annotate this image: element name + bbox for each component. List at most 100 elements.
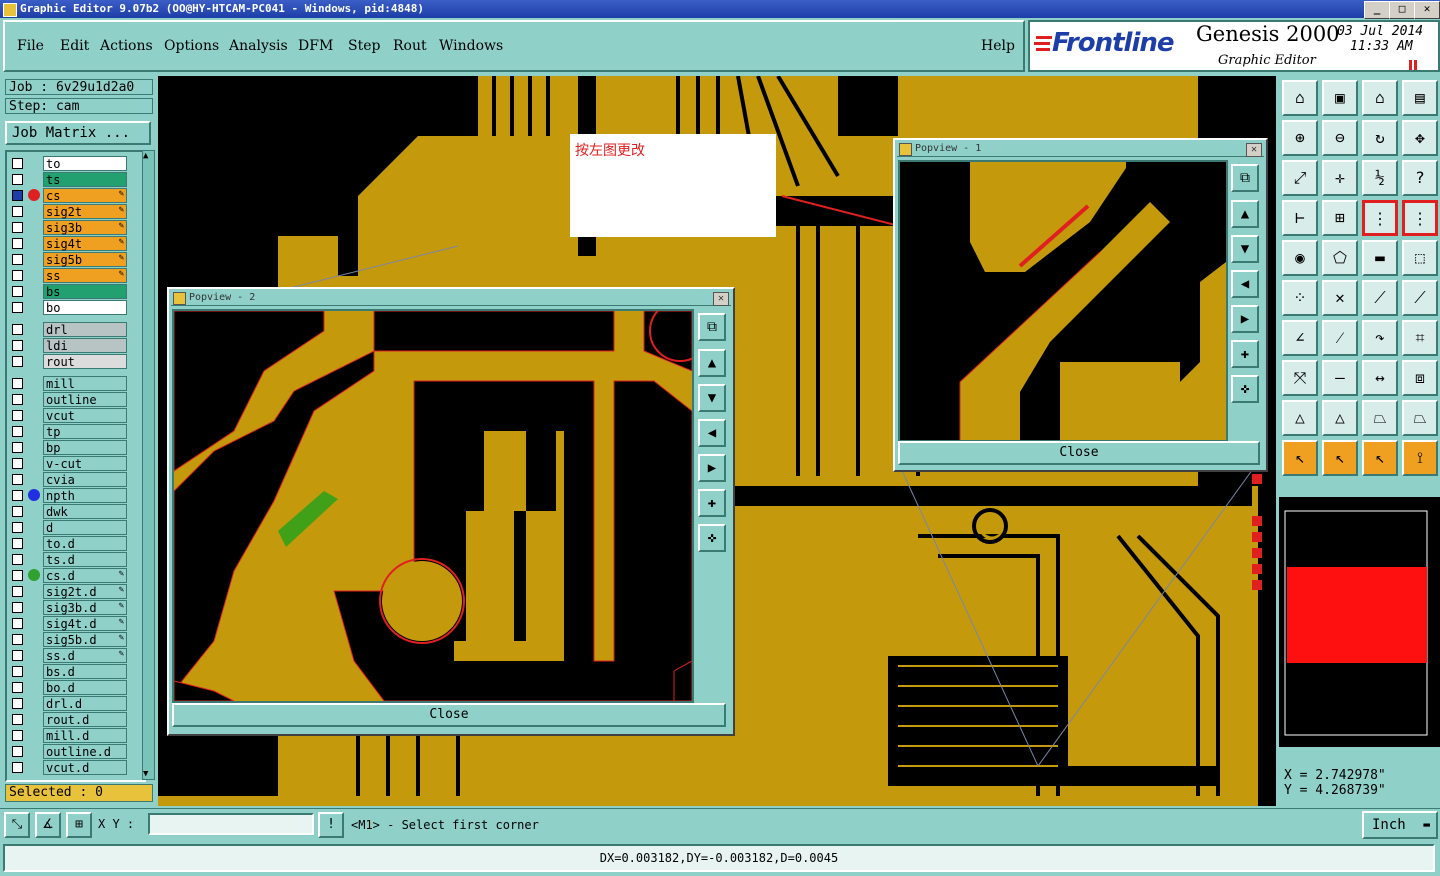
popview-2-window[interactable]: Popview - 2 ✕ ⧉ ▲ ▼ ◀ ▶ ✚ ✜ Close: [167, 287, 735, 736]
minimize-button[interactable]: _: [1364, 1, 1390, 19]
layer-checkbox[interactable]: [12, 522, 23, 533]
layer-name[interactable]: sig5b: [43, 252, 127, 267]
popview-1-canvas[interactable]: [898, 160, 1228, 442]
popview-1-tool-pan-right-icon[interactable]: ▶: [1231, 305, 1259, 333]
layer-checkbox[interactable]: [12, 426, 23, 437]
layer-row-to-d[interactable]: to.d: [9, 536, 127, 551]
popview-1-tool-pan-up-icon[interactable]: ▲: [1231, 200, 1259, 228]
layer-name[interactable]: cs: [43, 188, 127, 203]
layer-checkbox[interactable]: [12, 340, 23, 351]
popview-2-tool-pan-down-icon[interactable]: ▼: [698, 384, 726, 412]
layer-row-ts-d[interactable]: ts.d: [9, 552, 127, 567]
tool-trapezoid-2-icon[interactable]: ⏢: [1402, 400, 1438, 436]
layer-row-ss[interactable]: ss ✎: [9, 268, 127, 283]
layer-list-scrollbar[interactable]: ▲ ▼: [142, 150, 155, 780]
layer-checkbox[interactable]: [12, 538, 23, 549]
layer-row-sig3b[interactable]: sig3b ✎: [9, 220, 127, 235]
layer-row-outline[interactable]: outline: [9, 392, 127, 407]
layer-row-outline-d[interactable]: outline.d: [9, 744, 127, 759]
overview-map[interactable]: [1279, 497, 1440, 747]
layer-checkbox[interactable]: [12, 746, 23, 757]
layer-row-sig2t-d[interactable]: sig2t.d ✎: [9, 584, 127, 599]
layer-checkbox[interactable]: [12, 458, 23, 469]
tool-triangle-icon[interactable]: △: [1282, 400, 1318, 436]
layer-checkbox[interactable]: [12, 762, 23, 773]
tool-layer-sel-icon[interactable]: ⋮: [1362, 200, 1398, 236]
layer-row-ts[interactable]: ts: [9, 172, 127, 187]
tool-ruler-h-icon[interactable]: ▬: [1362, 240, 1398, 276]
tool-zoom-home-icon[interactable]: ⌂: [1282, 80, 1318, 116]
layer-name[interactable]: sig4t: [43, 236, 127, 251]
tool-pointer-3-icon[interactable]: ↖: [1362, 440, 1398, 476]
layer-name[interactable]: sig3b: [43, 220, 127, 235]
tool-pad-icon[interactable]: ◉: [1282, 240, 1318, 276]
tool-polygon-icon[interactable]: ⬠: [1322, 240, 1358, 276]
tool-move-icon[interactable]: ⤧: [1282, 360, 1318, 396]
menu-edit[interactable]: Edit: [60, 38, 89, 54]
popview-2-canvas[interactable]: [172, 309, 694, 703]
tool-angle-icon[interactable]: ∠: [1282, 320, 1318, 356]
tool-dash-icon[interactable]: —: [1322, 360, 1358, 396]
tool-zoom-in-icon[interactable]: ⊕: [1282, 120, 1318, 156]
layer-name[interactable]: sig3b.d: [43, 600, 127, 615]
layer-checkbox[interactable]: [12, 286, 23, 297]
layer-name[interactable]: to.d: [43, 536, 127, 551]
scroll-up-icon[interactable]: ▲: [143, 151, 148, 161]
menu-actions[interactable]: Actions: [100, 38, 153, 54]
layer-row-d[interactable]: d: [9, 520, 127, 535]
tool-trapezoid-icon[interactable]: ⏢: [1362, 400, 1398, 436]
layer-checkbox[interactable]: [12, 602, 23, 613]
popview-2-close-button[interactable]: Close: [172, 703, 726, 727]
layer-name[interactable]: outline.d: [43, 744, 127, 759]
layer-name[interactable]: drl: [43, 322, 127, 337]
layer-checkbox[interactable]: [12, 158, 23, 169]
popview-1-tool-zoom-fit-icon[interactable]: ⧉: [1231, 164, 1259, 192]
tool-pan-icon[interactable]: ✥: [1402, 120, 1438, 156]
tool-pointer-icon[interactable]: ↖: [1282, 440, 1318, 476]
menu-analysis[interactable]: Analysis: [229, 38, 288, 54]
tool-add-line-2-icon[interactable]: ⟋: [1402, 280, 1438, 316]
layer-checkbox[interactable]: [12, 190, 23, 201]
layer-name[interactable]: sig2t: [43, 204, 127, 219]
tool-net-icon[interactable]: ⁘: [1282, 280, 1318, 316]
layer-row-to[interactable]: to: [9, 156, 127, 171]
tool-ruler-icon[interactable]: ⊢: [1282, 200, 1318, 236]
layer-name[interactable]: sig4t.d: [43, 616, 127, 631]
tool-pointer-2-icon[interactable]: ↖: [1322, 440, 1358, 476]
tool-cross-icon[interactable]: ✕: [1322, 280, 1358, 316]
tool-split-icon[interactable]: ⌗: [1402, 320, 1438, 356]
layer-checkbox[interactable]: [12, 570, 23, 581]
layer-name[interactable]: v-cut: [43, 456, 127, 471]
layer-row-sig5b-d[interactable]: sig5b.d ✎: [9, 632, 127, 647]
popview-1-titlebar[interactable]: Popview - 1 ✕: [897, 142, 1264, 157]
layer-row-sig5b[interactable]: sig5b ✎: [9, 252, 127, 267]
layer-row-drl[interactable]: drl: [9, 322, 127, 337]
layer-row-npth[interactable]: npth: [9, 488, 127, 503]
popview-1-close-button[interactable]: Close: [898, 441, 1260, 465]
layer-checkbox[interactable]: [12, 474, 23, 485]
layer-name[interactable]: sig5b.d: [43, 632, 127, 647]
layer-name[interactable]: bs.d: [43, 664, 127, 679]
layer-row-cs[interactable]: cs ✎: [9, 188, 127, 203]
close-window-button[interactable]: ✕: [1414, 1, 1440, 19]
layer-name[interactable]: rout: [43, 354, 127, 369]
layer-checkbox[interactable]: [12, 206, 23, 217]
menu-dfm[interactable]: DFM: [298, 38, 333, 54]
tool-stretch-icon[interactable]: ↔: [1362, 360, 1398, 396]
layer-name[interactable]: bo.d: [43, 680, 127, 695]
popview-1-tool-zoom-in-icon[interactable]: ✚: [1231, 340, 1259, 368]
tool-redraw-icon[interactable]: ↻: [1362, 120, 1398, 156]
layer-name[interactable]: drl.d: [43, 696, 127, 711]
tool-fit-icon[interactable]: ⤢: [1282, 160, 1318, 196]
layer-checkbox[interactable]: [12, 302, 23, 313]
layer-checkbox[interactable]: [12, 222, 23, 233]
layer-row-bs[interactable]: bs: [9, 284, 127, 299]
xy-input[interactable]: [148, 813, 314, 835]
tool-help-icon[interactable]: ?: [1402, 160, 1438, 196]
layer-row-rout-d[interactable]: rout.d: [9, 712, 127, 727]
window-title-bar[interactable]: Graphic Editor 9.07b2 (OO@HY-HTCAM-PC041…: [0, 0, 1440, 19]
layer-checkbox[interactable]: [12, 254, 23, 265]
tool-dotted-rect-icon[interactable]: ⬚: [1402, 240, 1438, 276]
layer-name[interactable]: mill.d: [43, 728, 127, 743]
layer-row-bs-d[interactable]: bs.d: [9, 664, 127, 679]
